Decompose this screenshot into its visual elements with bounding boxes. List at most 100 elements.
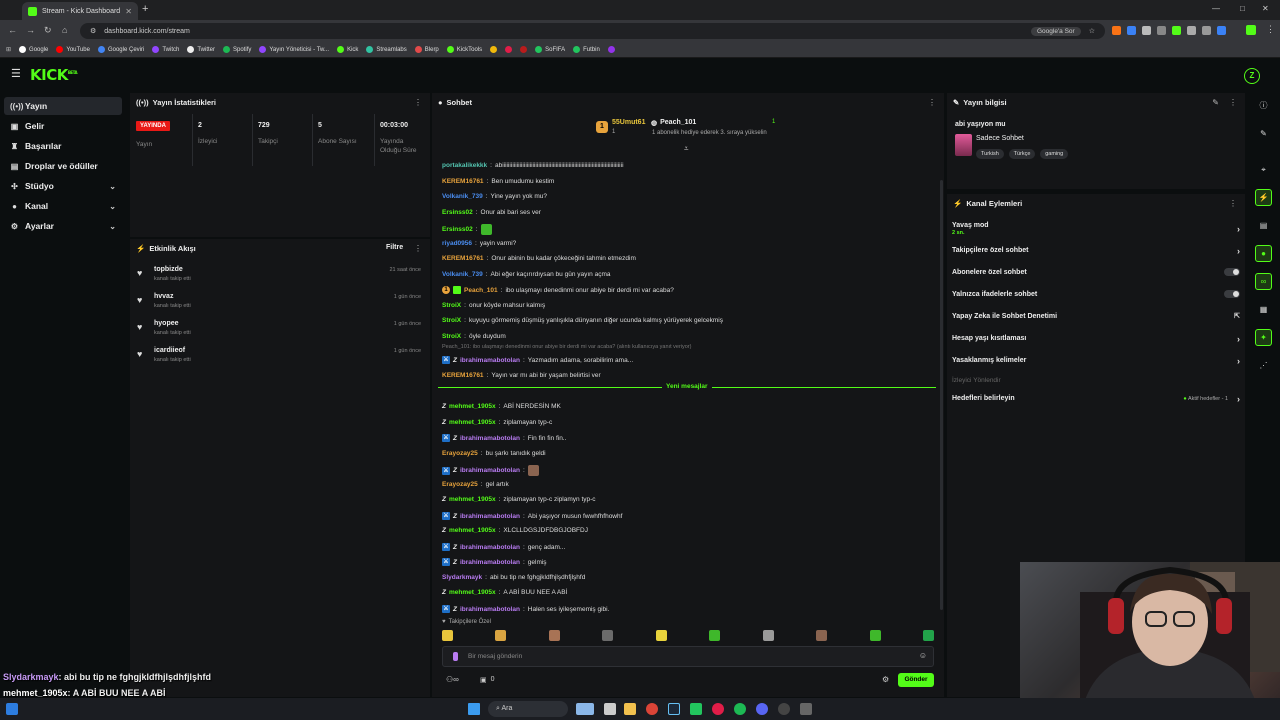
chat-username[interactable]: ibrahimamabotolan <box>460 435 520 442</box>
extension-icon[interactable] <box>1172 26 1181 35</box>
activity-menu-icon[interactable]: ⋮ <box>414 244 422 253</box>
chat-message[interactable]: ⚔ Zibrahimamabotolan: gelmiş <box>442 558 547 566</box>
xbox-icon[interactable] <box>690 703 702 715</box>
emote-shortcut[interactable] <box>495 630 507 641</box>
subs-only-chat-row[interactable]: Abonelere özel sohbet <box>952 268 1242 276</box>
site-info-icon[interactable]: ⚙ <box>90 27 96 35</box>
chat-username[interactable]: Ersinss02 <box>442 209 473 216</box>
widgets-icon[interactable] <box>6 703 18 715</box>
app-icon[interactable] <box>604 703 616 715</box>
obs-icon[interactable] <box>778 703 790 715</box>
edit-icon[interactable]: ✎ <box>1212 98 1219 107</box>
chat-message[interactable]: Ersinss02: <box>442 224 492 235</box>
chat-message[interactable]: Zmehmet_1905x: ziplamayan typ-c ziplamyn … <box>442 496 596 503</box>
window-close-icon[interactable]: ✕ <box>1262 4 1269 13</box>
tag[interactable]: Turkish <box>976 149 1004 159</box>
chat-username[interactable]: ibrahimamabotolan <box>460 606 520 613</box>
channel-actions-menu-icon[interactable]: ⋮ <box>1229 199 1237 208</box>
chat-message[interactable]: Zmehmet_1905x: ABİ NERDESİN MK <box>442 403 561 410</box>
expand-leaderboard-icon[interactable]: ⩡ <box>684 144 689 154</box>
sidebar-item-yayin[interactable]: ((•)) Yayın <box>4 97 122 115</box>
emote-shortcut[interactable] <box>816 630 828 641</box>
tag[interactable]: Türkçe <box>1008 149 1036 159</box>
browser-tab[interactable]: Stream - Kick Dashboard ✕ <box>22 2 138 20</box>
emote-only-chat-row[interactable]: Yalnızca ifadelerle sohbet <box>952 290 1242 298</box>
chat-message[interactable]: Ersinss02: Onur abi bari ses ver <box>442 209 541 216</box>
sidebar-item-droplar[interactable]: ▤ Droplar ve ödüller <box>4 157 122 175</box>
emoji-picker-icon[interactable]: ☺ <box>919 651 927 660</box>
bookmark-streamlabs[interactable]: Streamlabs <box>366 46 407 53</box>
chat-username[interactable]: KEREM16761 <box>442 255 484 262</box>
chat-input[interactable]: Bir mesaj gönderin ☺ <box>442 646 934 667</box>
emote-shortcut[interactable] <box>602 630 614 641</box>
chat-username[interactable]: Erayozay25 <box>442 450 478 457</box>
chat-message[interactable]: KEREM16761: Onur abinin bu kadar çökeceği… <box>442 255 636 262</box>
emote-shortcut[interactable] <box>922 630 934 641</box>
chat-username[interactable]: Ersinss02 <box>442 226 473 233</box>
kick-logo[interactable]: KICKBETA <box>30 66 78 84</box>
sidebar-item-kanal[interactable]: ● Kanal ⌄ <box>4 197 122 215</box>
emote-shortcut[interactable] <box>655 630 667 641</box>
new-tab-icon[interactable]: + <box>142 3 148 15</box>
file-explorer-icon[interactable] <box>624 703 636 715</box>
stats-menu-icon[interactable]: ⋮ <box>414 98 422 107</box>
app-icon[interactable] <box>800 703 812 715</box>
star-icon[interactable]: ☆ <box>1089 27 1095 35</box>
pencil-icon[interactable]: ✎ <box>1255 125 1272 142</box>
chat-message[interactable]: Volkanik_739: Yine yayın yok mu? <box>442 193 547 200</box>
points-display[interactable]: ▣ 0 <box>480 676 495 684</box>
mic-icon[interactable] <box>453 652 458 661</box>
forward-icon[interactable]: → <box>26 25 35 35</box>
chat-settings-icon[interactable]: ⚙ <box>882 675 889 684</box>
url-input[interactable]: ⚙ dashboard.kick.com/stream Google'a Sor… <box>80 23 1105 39</box>
chat-username[interactable]: mehmet_1905x <box>449 589 496 596</box>
back-icon[interactable]: ← <box>8 25 17 35</box>
taskbar-search[interactable]: ⌕ Ara <box>488 701 568 717</box>
bookmark-kicktools[interactable]: KickTools <box>446 46 482 53</box>
share-icon[interactable]: ⋰ <box>1255 357 1272 374</box>
chat-username[interactable]: Volkanik_739 <box>442 193 483 200</box>
bookmark-google[interactable]: Google <box>19 46 48 53</box>
extensions-puzzle-icon[interactable] <box>1202 26 1211 35</box>
emote-shortcut[interactable] <box>869 630 881 641</box>
crosshair-icon[interactable]: ⌖ <box>1255 161 1272 178</box>
sidebar-item-gelir[interactable]: ▣ Gelir <box>4 117 122 135</box>
extension-icon[interactable] <box>1142 26 1151 35</box>
emote-shortcut[interactable] <box>762 630 774 641</box>
user-avatar[interactable]: Z <box>1244 68 1260 84</box>
chat-username[interactable]: KEREM16761 <box>442 178 484 185</box>
document-icon[interactable]: ▤ <box>1255 217 1272 234</box>
send-button[interactable]: Gönder <box>898 673 934 687</box>
filter-button[interactable]: Filtre <box>386 244 403 251</box>
goals-row[interactable]: Hedefleri belirleyin ● Aktif hedefler - … <box>952 394 1242 404</box>
chat-username[interactable]: ibrahimamabotolan <box>460 544 520 551</box>
chat-username[interactable]: mehmet_1905x <box>449 403 496 410</box>
bookmark-misc[interactable] <box>520 46 528 53</box>
ai-moderation-row[interactable]: Yapay Zeka ile Sohbet Denetimi ⇱ <box>952 313 1242 320</box>
chat-username[interactable]: Peach_101 <box>464 287 498 294</box>
chat-username[interactable]: Volkanik_739 <box>442 271 483 278</box>
chat-username[interactable]: mehmet_1905x <box>449 527 496 534</box>
bookmark-extra[interactable] <box>607 46 615 53</box>
bookmark-kick[interactable]: Kick <box>337 46 358 53</box>
chat-username[interactable]: StroiX <box>442 333 461 340</box>
chat-message[interactable]: Erayozay25: gel artık <box>442 481 509 488</box>
chat-message[interactable]: ⚔ Zibrahimamabotolan: <box>442 465 539 476</box>
chrome-icon[interactable] <box>646 703 658 715</box>
lightning-icon[interactable]: ⚡ <box>1255 189 1272 206</box>
account-age-row[interactable]: Hesap yaşı kısıtlaması › <box>952 334 1242 344</box>
chat-message[interactable]: KEREM16761: Yayın var mı abi bir yaşam be… <box>442 372 601 379</box>
link-icon[interactable]: ∞ <box>1255 273 1272 290</box>
bookmark-futbin[interactable]: Futbin <box>573 46 600 53</box>
chat-message[interactable]: ⚔ Zibrahimamabotolan: Yazmadım adama, sora… <box>442 356 633 364</box>
chat-message[interactable]: ⚔ Zibrahimamabotolan: genç adam... <box>442 543 565 551</box>
extension-icon[interactable] <box>1127 26 1136 35</box>
bookmark-translate[interactable]: Google Çeviri <box>97 46 144 53</box>
apps-grid-icon[interactable]: ⊞ <box>6 46 11 53</box>
sidebar-item-studyo[interactable]: ✣ Stüdyo ⌄ <box>4 177 122 195</box>
chat-message[interactable]: portakalikekkk: abiiiiiiiiiiiiiiiiiiiiiii… <box>442 162 624 169</box>
wrench-icon[interactable]: ✦ <box>1255 329 1272 346</box>
chat-message[interactable]: Zmehmet_1905x: XLCLLDGSJDFDBGJOBFDJ <box>442 527 588 534</box>
chat-username[interactable]: mehmet_1905x <box>449 496 496 503</box>
steam-icon[interactable] <box>668 703 680 715</box>
